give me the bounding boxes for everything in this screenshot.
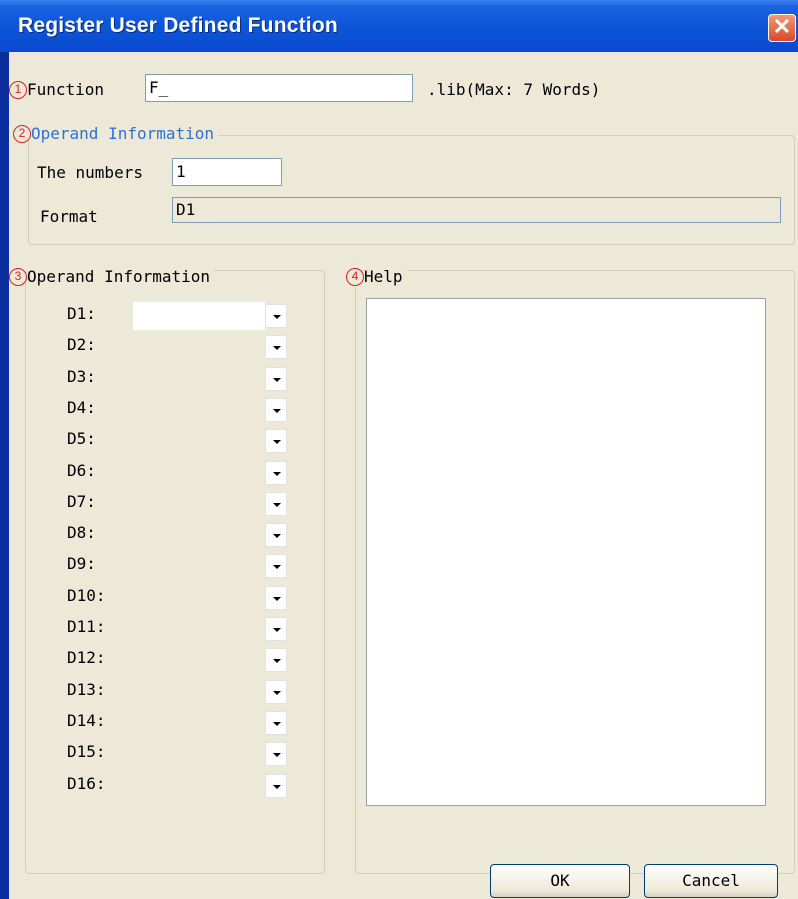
operand-label: D14: [67,711,106,730]
marker-1-icon: 1 [9,81,27,99]
operand-label: D13: [67,680,106,699]
marker-4-icon: 4 [346,268,364,286]
operand-count-input[interactable]: 1 [172,158,282,186]
operand-row: D2: [67,333,297,359]
format-label: Format [40,207,98,226]
operand-row: D7: [67,490,297,516]
title-bar[interactable]: Register User Defined Function ✕ [0,0,798,52]
chevron-down-icon[interactable] [265,429,287,453]
operand-label: D10: [67,586,106,605]
operand-label: D2: [67,335,96,354]
chevron-down-icon[interactable] [265,648,287,672]
chevron-down-icon[interactable] [265,398,287,422]
chevron-down-icon[interactable] [265,774,287,798]
operand-info-group-title: Operand Information [31,124,219,143]
operand-info-group [28,135,795,245]
chevron-down-icon[interactable] [265,742,287,766]
operand-label: D3: [67,367,96,386]
chevron-down-icon[interactable] [265,586,287,610]
operand-row: D10: [67,584,297,610]
operand-label: D15: [67,742,106,761]
cancel-button[interactable]: Cancel [644,864,778,898]
operand-label: D1: [67,304,96,323]
operand-row: D12: [67,646,297,672]
operand-label: D7: [67,492,96,511]
dialog-title: Register User Defined Function [18,14,338,37]
chevron-down-icon[interactable] [265,711,287,735]
chevron-down-icon[interactable] [265,554,287,578]
chevron-down-icon[interactable] [265,523,287,547]
marker-2-icon: 2 [13,125,31,143]
operand-type-combo[interactable] [133,302,265,330]
operand-label: D5: [67,429,96,448]
chevron-down-icon[interactable] [265,335,287,359]
help-text-area[interactable] [366,298,766,806]
operand-row: D4: [67,396,297,422]
close-icon: ✕ [772,14,792,39]
operand-row: D3: [67,365,297,391]
operand-row: D13: [67,678,297,704]
marker-3-icon: 3 [9,268,27,286]
operand-label: D4: [67,398,96,417]
ok-button[interactable]: OK [490,864,630,898]
chevron-down-icon[interactable] [265,680,287,704]
operand-row: D9: [67,552,297,578]
dialog-window: Register User Defined Function ✕ 1 Funct… [0,0,798,899]
operand-row: D15: [67,740,297,766]
operand-row: D16: [67,772,297,798]
operand-row: D11: [67,615,297,641]
operand-label: D12: [67,648,106,667]
chevron-down-icon[interactable] [265,492,287,516]
operand-label: D11: [67,617,106,636]
operand-list-group-title: Operand Information [27,267,215,286]
function-label: Function [27,80,105,99]
operand-label: D16: [67,774,106,793]
dialog-client-area: 1 Function F_ .lib(Max: 7 Words) 2 Opera… [9,52,798,899]
operand-row: D1: [67,302,297,330]
numbers-label: The numbers [37,163,143,182]
format-display-field: D1 [172,197,781,223]
close-button[interactable]: ✕ [768,14,796,42]
function-name-input[interactable]: F_ [145,74,413,102]
operand-label: D6: [67,461,96,480]
operand-row: D14: [67,709,297,735]
operand-row: D6: [67,459,297,485]
operand-row: D5: [67,427,297,453]
operand-row: D8: [67,521,297,547]
chevron-down-icon[interactable] [265,304,287,328]
function-suffix-label: .lib(Max: 7 Words) [427,80,601,99]
operand-label: D8: [67,523,96,542]
chevron-down-icon[interactable] [265,461,287,485]
operand-label: D9: [67,554,96,573]
chevron-down-icon[interactable] [265,367,287,391]
chevron-down-icon[interactable] [265,617,287,641]
help-group-title: Help [364,267,407,286]
